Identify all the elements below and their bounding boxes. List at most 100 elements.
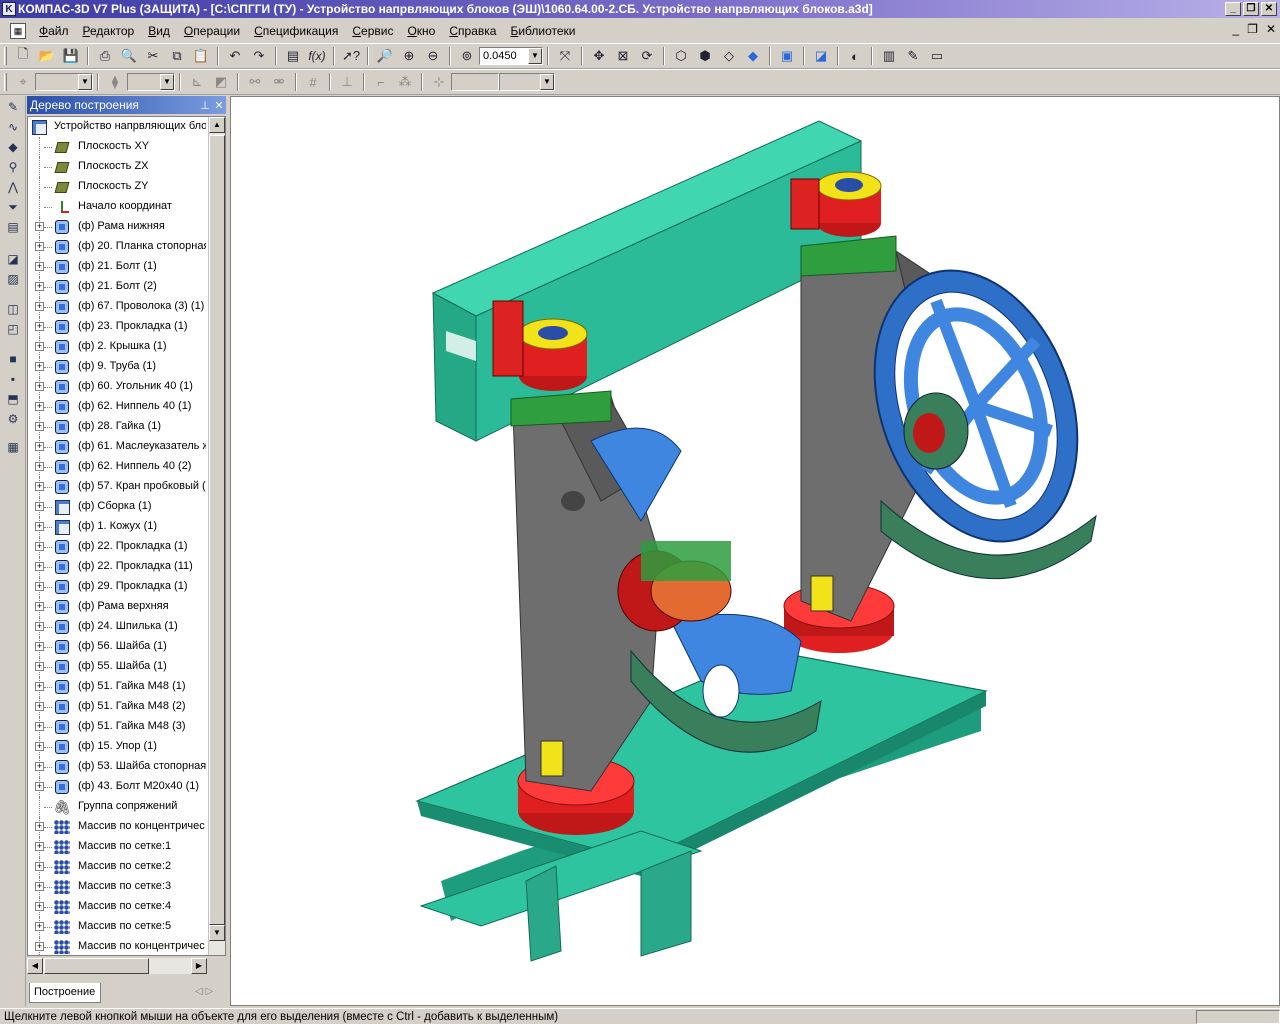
- tree-item[interactable]: 🖇 Группа сопряжений: [28, 797, 206, 817]
- tree-item[interactable]: + Массив по сетке:4: [28, 897, 206, 917]
- tree-vertical-scrollbar[interactable]: ▲ ▼: [208, 117, 225, 955]
- tree-item[interactable]: + (ф) 62. Ниппель 40 (1): [28, 397, 206, 417]
- zoom-in-icon[interactable]: ⊕: [398, 46, 420, 66]
- variables-icon[interactable]: ▤: [282, 46, 304, 66]
- tree-item[interactable]: + (ф) 24. Шпилька (1): [28, 617, 206, 637]
- tree-root[interactable]: Устройство напрвляющих блоков: [28, 117, 206, 137]
- tree-item[interactable]: + (ф) 51. Гайка М48 (2): [28, 697, 206, 717]
- tree-item[interactable]: + (ф) 43. Болт М20х40 (1): [28, 777, 206, 797]
- expand-icon[interactable]: +: [35, 322, 44, 331]
- tree-item[interactable]: + (ф) 55. Шайба (1): [28, 657, 206, 677]
- section-icon[interactable]: ◐: [844, 46, 866, 66]
- dimensions-icon[interactable]: ▦: [3, 438, 23, 456]
- component-icon[interactable]: ◆: [3, 138, 23, 156]
- expand-icon[interactable]: +: [35, 522, 44, 531]
- print-preview-icon[interactable]: 🔍: [118, 46, 140, 66]
- open-icon[interactable]: 📂: [36, 46, 58, 66]
- doc-restore-button[interactable]: ❐: [1247, 22, 1258, 36]
- tree-item[interactable]: + Массив по сетке:2: [28, 857, 206, 877]
- create-assembly-icon[interactable]: ◰: [3, 320, 23, 338]
- tree-item[interactable]: + (ф) 22. Прокладка (1): [28, 537, 206, 557]
- tree-item[interactable]: + (ф) 60. Угольник 40 (1): [28, 377, 206, 397]
- add-component-icon[interactable]: ◪: [3, 250, 23, 268]
- tree-item[interactable]: + (ф) 51. Гайка М48 (3): [28, 717, 206, 737]
- expand-icon[interactable]: +: [35, 862, 44, 871]
- orientation-icon[interactable]: ⤧: [554, 46, 576, 66]
- tree-item[interactable]: + (ф) 2. Крышка (1): [28, 337, 206, 357]
- expand-icon[interactable]: +: [35, 902, 44, 911]
- expand-icon[interactable]: +: [35, 422, 44, 431]
- perspective-icon[interactable]: ◪: [810, 46, 832, 66]
- new-icon[interactable]: 🗋: [12, 46, 34, 66]
- tree-item[interactable]: + (ф) 21. Болт (2): [28, 277, 206, 297]
- tree-item[interactable]: + (ф) 20. Планка стопорная: [28, 237, 206, 257]
- shaded-icon[interactable]: ◆: [742, 46, 764, 66]
- expand-icon[interactable]: +: [35, 602, 44, 611]
- tree-view[interactable]: Устройство напрвляющих блоков Плоскость …: [27, 116, 226, 956]
- expand-icon[interactable]: +: [35, 662, 44, 671]
- expand-icon[interactable]: +: [35, 302, 44, 311]
- restore-button[interactable]: ❐: [1243, 2, 1259, 16]
- rotate-icon[interactable]: ⟳: [636, 46, 658, 66]
- expand-icon[interactable]: +: [35, 922, 44, 931]
- tree-item[interactable]: Плоскость ZY: [28, 177, 206, 197]
- print-icon[interactable]: ⎙: [94, 46, 116, 66]
- thin-hidden-icon[interactable]: ◇: [718, 46, 740, 66]
- toolbar-grip[interactable]: [4, 73, 7, 91]
- expand-icon[interactable]: +: [35, 562, 44, 571]
- expand-icon[interactable]: +: [35, 382, 44, 391]
- array-icon[interactable]: ⬒: [3, 390, 23, 408]
- expand-icon[interactable]: +: [35, 402, 44, 411]
- menu-item[interactable]: Вид: [141, 20, 177, 42]
- expand-icon[interactable]: +: [35, 722, 44, 731]
- tree-item[interactable]: + (ф) 15. Упор (1): [28, 737, 206, 757]
- scroll-thumb[interactable]: [209, 135, 225, 925]
- tree-item[interactable]: + Массив по сетке:1: [28, 837, 206, 857]
- filter-icon[interactable]: ⏷: [3, 198, 23, 216]
- tree-item[interactable]: + Массив по сетке:5: [28, 917, 206, 937]
- insert-file-icon[interactable]: ▨: [3, 270, 23, 288]
- doc-minimize-button[interactable]: _: [1232, 22, 1239, 36]
- expand-icon[interactable]: +: [35, 762, 44, 771]
- expand-icon[interactable]: +: [35, 842, 44, 851]
- expand-icon[interactable]: +: [35, 822, 44, 831]
- scroll-up-icon[interactable]: ▲: [209, 117, 225, 133]
- zoom-fit-icon[interactable]: ⊚: [456, 46, 478, 66]
- tree-item[interactable]: + (ф) 1. Кожух (1): [28, 517, 206, 537]
- edit-part-icon[interactable]: ✎: [3, 98, 23, 116]
- menu-item[interactable]: Библиотеки: [503, 20, 582, 42]
- tab-build[interactable]: Построение: [29, 983, 101, 1003]
- spec-icon[interactable]: ▤: [3, 218, 23, 236]
- extrude-icon[interactable]: ■: [3, 350, 23, 368]
- copy-icon[interactable]: ⧉: [166, 46, 188, 66]
- document-icon[interactable]: ▦: [10, 23, 26, 39]
- tree-item[interactable]: Плоскость ZX: [28, 157, 206, 177]
- tree-item[interactable]: + Массив по концентричес: [28, 937, 206, 955]
- library-icon[interactable]: ⚙: [3, 410, 23, 428]
- properties-icon[interactable]: ✎: [902, 46, 924, 66]
- hidden-lines-icon[interactable]: ⬢: [694, 46, 716, 66]
- expand-icon[interactable]: +: [35, 222, 44, 231]
- tree-horizontal-scrollbar[interactable]: ◀ ▶: [27, 958, 207, 974]
- tree-item[interactable]: + (ф) Рама нижняя: [28, 217, 206, 237]
- model-viewport[interactable]: [230, 96, 1280, 1006]
- tree-item[interactable]: + Массив по концентричес: [28, 817, 206, 837]
- tree-item[interactable]: + (ф) 62. Ниппель 40 (2): [28, 457, 206, 477]
- tree-item[interactable]: + (ф) Рама верхняя: [28, 597, 206, 617]
- scroll-left-icon[interactable]: ◀: [27, 958, 43, 974]
- expand-icon[interactable]: +: [35, 482, 44, 491]
- minimize-button[interactable]: _: [1225, 2, 1241, 16]
- menu-item[interactable]: Окно: [400, 20, 442, 42]
- tree-item[interactable]: + Массив по сетке:3: [28, 877, 206, 897]
- expand-icon[interactable]: +: [35, 622, 44, 631]
- tree-item[interactable]: + (ф) 51. Гайка М48 (1): [28, 677, 206, 697]
- chevron-down-icon[interactable]: ▼: [528, 48, 542, 64]
- scroll-right-icon[interactable]: ▶: [191, 958, 207, 974]
- expand-icon[interactable]: +: [35, 742, 44, 751]
- redo-icon[interactable]: ↷: [248, 46, 270, 66]
- tree-item[interactable]: + (ф) 57. Кран пробковый (: [28, 477, 206, 497]
- menu-item[interactable]: Файл: [32, 20, 76, 42]
- function-icon[interactable]: f(x): [306, 46, 328, 66]
- create-part-icon[interactable]: ◫: [3, 300, 23, 318]
- expand-icon[interactable]: +: [35, 882, 44, 891]
